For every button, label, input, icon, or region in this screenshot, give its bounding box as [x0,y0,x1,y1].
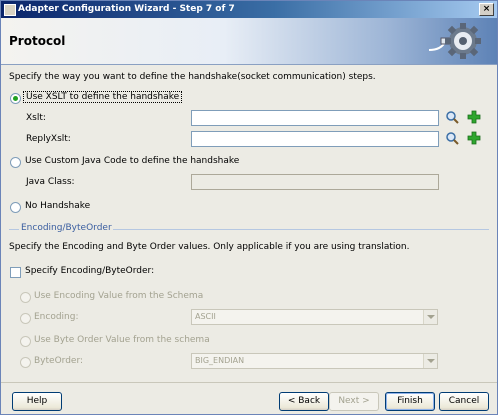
search-icon[interactable] [445,110,459,124]
page-title: Protocol [9,34,66,48]
footer-divider [1,382,497,383]
xslt-radio-label[interactable]: Use XSLT to define the handshake [23,91,183,103]
cancel-button[interactable]: Cancel [439,392,489,411]
byteorder-label[interactable]: ByteOrder: [34,356,83,366]
schema-encoding-radio[interactable] [20,292,31,303]
help-button[interactable]: Help [12,392,62,411]
schema-encoding-label[interactable]: Use Encoding Value from the Schema [34,291,203,301]
encoding-radio[interactable] [20,313,31,324]
section-divider [113,229,489,230]
wizard-header: Protocol [1,18,497,65]
java-class-label: Java Class: [26,177,75,187]
custom-java-radio-label[interactable]: Use Custom Java Code to define the hands… [25,156,239,166]
add-icon[interactable] [467,131,481,145]
back-button[interactable]: < Back [279,392,329,411]
app-icon [4,4,16,16]
handshake-description: Specify the way you want to define the h… [9,72,376,82]
encoding-select-value: ASCII [195,312,216,321]
search-icon[interactable] [445,131,459,145]
encoding-label[interactable]: Encoding: [34,312,79,322]
byteorder-select[interactable]: BIG_ENDIAN [191,353,438,369]
add-icon[interactable] [467,110,481,124]
wizard-content: Specify the way you want to define the h… [1,65,497,381]
reply-xslt-label: ReplyXslt: [26,134,71,144]
no-handshake-radio[interactable] [10,202,21,213]
window-title: Adapter Configuration Wizard - Step 7 of… [18,4,235,14]
dropdown-arrow-icon[interactable] [423,310,437,324]
close-button[interactable]: × [479,3,494,16]
byteorder-select-value: BIG_ENDIAN [195,356,245,365]
section-divider [9,229,19,230]
byteorder-radio[interactable] [20,357,31,368]
java-class-input[interactable] [191,174,439,190]
schema-byteorder-label[interactable]: Use Byte Order Value from the schema [34,335,210,345]
xslt-input[interactable] [191,110,439,126]
xslt-label: Xslt: [26,113,46,123]
specify-encoding-checkbox[interactable] [10,267,21,278]
encoding-section-title: Encoding/ByteOrder [21,223,112,233]
next-button[interactable]: Next > [329,392,379,411]
title-bar[interactable]: Adapter Configuration Wizard - Step 7 of… [1,1,497,18]
wizard-window: Adapter Configuration Wizard - Step 7 of… [0,0,498,415]
reply-xslt-input[interactable] [191,131,439,147]
encoding-select[interactable]: ASCII [191,309,438,325]
schema-byteorder-radio[interactable] [20,336,31,347]
finish-button[interactable]: Finish [385,392,435,411]
xslt-radio[interactable] [10,93,21,104]
gear-plug-icon [428,23,481,59]
no-handshake-radio-label[interactable]: No Handshake [25,201,90,211]
specify-encoding-label[interactable]: Specify Encoding/ByteOrder: [25,266,154,276]
encoding-description: Specify the Encoding and Byte Order valu… [9,242,410,252]
dropdown-arrow-icon[interactable] [423,354,437,368]
custom-java-radio[interactable] [10,157,21,168]
